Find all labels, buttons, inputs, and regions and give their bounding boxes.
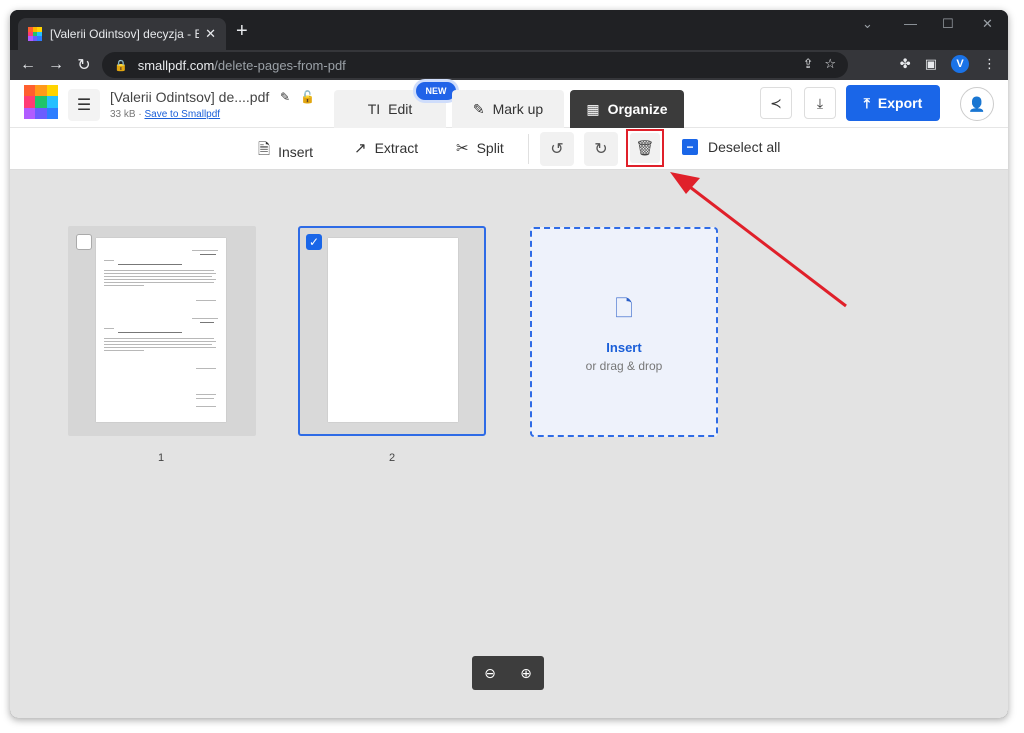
address-bar[interactable]: 🔒 smallpdf.com/delete-pages-from-pdf ⇪ ☆ (102, 52, 848, 78)
tab-organize-label: Organize (607, 101, 668, 117)
new-tab-button[interactable]: + (236, 21, 248, 41)
insert-card-sublabel: or drag & drop (585, 358, 663, 373)
page-preview-2 (328, 238, 458, 422)
insert-label: Insert (278, 143, 314, 160)
zoom-controls: ⊖ ⊕ (472, 656, 544, 690)
browser-extensions: ✤ ▣ V ⋮ (900, 55, 996, 73)
meta-separator: · (138, 109, 142, 120)
toolbar-divider (528, 134, 529, 164)
page-thumbnail-1[interactable] (68, 226, 256, 436)
reload-icon[interactable]: ↻ (70, 55, 98, 75)
tab-markup-label: Mark up (492, 101, 544, 117)
split-button[interactable]: ✂ Split (456, 139, 504, 157)
url-path: /delete-pages-from-pdf (214, 57, 346, 73)
document-size: 33 kB (110, 109, 136, 120)
upload-icon: ⤒ (863, 94, 870, 111)
page-2-checkbox[interactable]: ✓ (306, 234, 322, 250)
page-preview-1 (96, 238, 226, 422)
text-edit-icon: TI (367, 101, 381, 117)
lock-icon: 🔒 (114, 59, 128, 72)
delete-highlight-box: 🗑 (626, 129, 664, 167)
delete-button[interactable]: 🗑 (630, 133, 660, 163)
insert-card-label: Insert (606, 339, 642, 355)
save-to-smallpdf-link[interactable]: Save to Smallpdf (144, 109, 220, 120)
download-icon: ⤓ (816, 94, 824, 111)
browser-window: [Valerii Odintsov] decyzja - Edit P ✕ + … (10, 10, 1008, 718)
lock-icon[interactable]: 🔓 (300, 90, 315, 104)
rotate-right-button[interactable]: ↻ (584, 132, 618, 166)
page-1-checkbox[interactable] (76, 234, 92, 250)
extensions-icon[interactable]: ✤ (900, 56, 911, 72)
insert-icon: 🗎 (258, 141, 271, 158)
back-icon[interactable]: ← (14, 56, 42, 74)
zoom-out-icon[interactable]: ⊖ (484, 665, 496, 682)
app-header: ☰ [Valerii Odintsov] de....pdf ✎ 🔓 33 kB… (10, 80, 1008, 128)
minimize-icon[interactable]: — (904, 16, 917, 31)
smallpdf-logo[interactable] (24, 85, 58, 119)
share-button[interactable]: ≺ (760, 87, 792, 119)
trash-icon: 🗑 (635, 140, 655, 157)
deselect-all-label: Deselect all (708, 139, 781, 155)
organize-toolbar: 🗎 Insert ↗ Extract ✂ Split ↺ ↻ 🗑 − Desel… (10, 128, 1008, 170)
browser-toolbar: ← → ↻ 🔒 smallpdf.com/delete-pages-from-p… (10, 50, 1008, 80)
rotate-left-button[interactable]: ↺ (540, 132, 574, 166)
sidepanel-icon[interactable]: ▣ (925, 56, 937, 72)
hamburger-icon[interactable]: ☰ (68, 89, 100, 121)
export-button[interactable]: ⤒ Export (846, 85, 940, 121)
page-number-2: 2 (389, 452, 396, 464)
forward-icon[interactable]: → (42, 56, 70, 74)
insert-dropzone[interactable]: 🗋 Insert or drag & drop (530, 227, 718, 437)
pencil-icon[interactable]: ✎ (280, 90, 290, 104)
export-label: Export (877, 95, 923, 111)
page-thumbnail-2[interactable]: ✓ (298, 226, 486, 436)
window-close-icon[interactable]: ✕ (982, 16, 993, 32)
grid-icon: ▦ (586, 100, 600, 117)
deselect-checkbox-icon: − (682, 139, 698, 155)
tab-organize[interactable]: ▦ Organize (570, 90, 684, 128)
smallpdf-favicon-icon (28, 27, 42, 41)
tab-edit-label: Edit (388, 101, 413, 117)
pen-icon: ✎ (472, 100, 485, 117)
doc-actions: ✎ 🔓 (280, 90, 315, 104)
user-profile-button[interactable]: 👤 (960, 87, 994, 121)
new-badge: NEW (416, 82, 456, 100)
download-button[interactable]: ⤓ (804, 87, 836, 119)
tab-close-icon[interactable]: ✕ (205, 26, 216, 42)
page-number-1: 1 (158, 452, 165, 464)
tab-markup[interactable]: ✎ Mark up (452, 90, 564, 128)
rotate-left-icon: ↺ (550, 141, 564, 158)
add-file-icon: 🗋 (615, 295, 633, 321)
document-name[interactable]: [Valerii Odintsov] de....pdf (110, 89, 269, 105)
user-icon: 👤 (968, 95, 986, 112)
extract-icon: ↗ (354, 140, 367, 157)
insert-button[interactable]: 🗎 Insert (258, 139, 313, 164)
tab-title: [Valerii Odintsov] decyzja - Edit P (50, 27, 200, 41)
deselect-all-button[interactable]: − Deselect all (682, 139, 780, 155)
document-meta: 33 kB · Save to Smallpdf (110, 109, 220, 120)
rotate-right-icon: ↻ (594, 141, 608, 158)
extract-label: Extract (374, 140, 419, 156)
pages-canvas: 1 ✓ 2 🗋 Insert or drag & drop ⊖ ⊕ (10, 170, 1008, 718)
split-label: Split (476, 140, 504, 156)
browser-tab[interactable]: [Valerii Odintsov] decyzja - Edit P ✕ (18, 18, 226, 50)
zoom-in-icon[interactable]: ⊕ (520, 665, 532, 682)
scissors-icon: ✂ (456, 140, 469, 157)
extract-button[interactable]: ↗ Extract (354, 139, 418, 157)
tab-search-icon[interactable]: ⌄ (862, 16, 873, 32)
menu-kebab-icon[interactable]: ⋮ (983, 56, 996, 72)
share-page-icon[interactable]: ⇪ ☆ (803, 56, 836, 72)
share-icon: ≺ (770, 94, 782, 111)
profile-avatar[interactable]: V (951, 55, 969, 73)
tab-strip: [Valerii Odintsov] decyzja - Edit P ✕ + … (10, 10, 1008, 50)
maximize-icon[interactable]: ☐ (942, 16, 954, 32)
url-host: smallpdf.com (137, 57, 215, 73)
